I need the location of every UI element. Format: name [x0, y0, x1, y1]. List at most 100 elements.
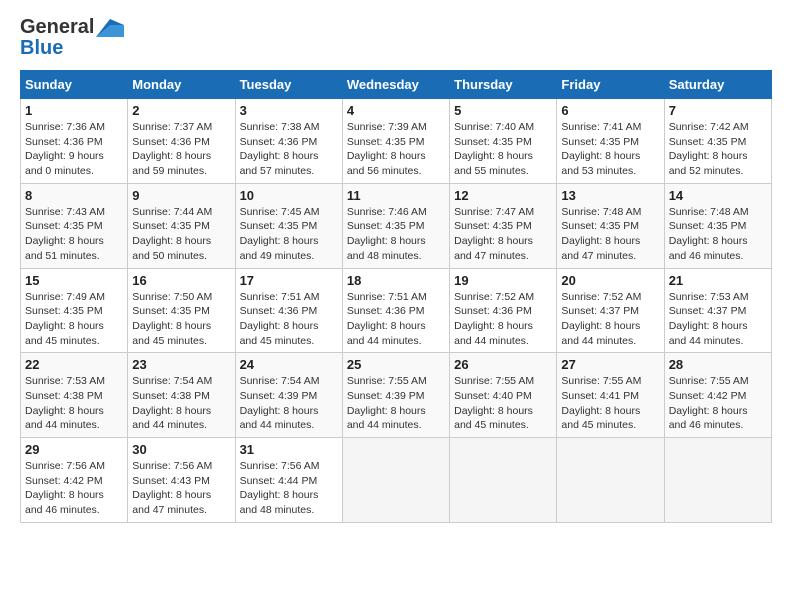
- calendar-day-cell: 10 Sunrise: 7:45 AM Sunset: 4:35 PM Dayl…: [235, 183, 342, 268]
- day-number: 24: [240, 357, 338, 372]
- calendar-day-cell: 2 Sunrise: 7:37 AM Sunset: 4:36 PM Dayli…: [128, 99, 235, 184]
- calendar-day-cell: [342, 438, 449, 523]
- calendar-day-cell: 24 Sunrise: 7:54 AM Sunset: 4:39 PM Dayl…: [235, 353, 342, 438]
- calendar-day-cell: 1 Sunrise: 7:36 AM Sunset: 4:36 PM Dayli…: [21, 99, 128, 184]
- day-number: 28: [669, 357, 767, 372]
- day-info: Sunrise: 7:44 AM Sunset: 4:35 PM Dayligh…: [132, 206, 212, 262]
- day-number: 29: [25, 442, 123, 457]
- day-number: 5: [454, 103, 552, 118]
- calendar-day-cell: 16 Sunrise: 7:50 AM Sunset: 4:35 PM Dayl…: [128, 268, 235, 353]
- day-number: 9: [132, 188, 230, 203]
- calendar: SundayMondayTuesdayWednesdayThursdayFrid…: [20, 70, 772, 523]
- calendar-day-cell: 5 Sunrise: 7:40 AM Sunset: 4:35 PM Dayli…: [450, 99, 557, 184]
- day-number: 27: [561, 357, 659, 372]
- calendar-week-row: 1 Sunrise: 7:36 AM Sunset: 4:36 PM Dayli…: [21, 99, 772, 184]
- calendar-day-cell: 29 Sunrise: 7:56 AM Sunset: 4:42 PM Dayl…: [21, 438, 128, 523]
- weekday-header: Wednesday: [342, 71, 449, 99]
- day-number: 13: [561, 188, 659, 203]
- day-number: 11: [347, 188, 445, 203]
- day-info: Sunrise: 7:55 AM Sunset: 4:39 PM Dayligh…: [347, 375, 427, 431]
- logo: General Blue: [20, 16, 124, 60]
- day-number: 18: [347, 273, 445, 288]
- header: General Blue: [20, 16, 772, 60]
- weekday-header: Thursday: [450, 71, 557, 99]
- day-info: Sunrise: 7:36 AM Sunset: 4:36 PM Dayligh…: [25, 121, 105, 177]
- calendar-day-cell: 8 Sunrise: 7:43 AM Sunset: 4:35 PM Dayli…: [21, 183, 128, 268]
- day-info: Sunrise: 7:52 AM Sunset: 4:37 PM Dayligh…: [561, 291, 641, 347]
- day-info: Sunrise: 7:56 AM Sunset: 4:43 PM Dayligh…: [132, 460, 212, 516]
- day-number: 2: [132, 103, 230, 118]
- calendar-day-cell: 23 Sunrise: 7:54 AM Sunset: 4:38 PM Dayl…: [128, 353, 235, 438]
- day-info: Sunrise: 7:39 AM Sunset: 4:35 PM Dayligh…: [347, 121, 427, 177]
- day-info: Sunrise: 7:48 AM Sunset: 4:35 PM Dayligh…: [669, 206, 749, 262]
- day-number: 20: [561, 273, 659, 288]
- day-info: Sunrise: 7:56 AM Sunset: 4:44 PM Dayligh…: [240, 460, 320, 516]
- day-info: Sunrise: 7:51 AM Sunset: 4:36 PM Dayligh…: [240, 291, 320, 347]
- day-info: Sunrise: 7:38 AM Sunset: 4:36 PM Dayligh…: [240, 121, 320, 177]
- day-info: Sunrise: 7:42 AM Sunset: 4:35 PM Dayligh…: [669, 121, 749, 177]
- calendar-day-cell: 19 Sunrise: 7:52 AM Sunset: 4:36 PM Dayl…: [450, 268, 557, 353]
- calendar-day-cell: 18 Sunrise: 7:51 AM Sunset: 4:36 PM Dayl…: [342, 268, 449, 353]
- weekday-header: Sunday: [21, 71, 128, 99]
- day-number: 10: [240, 188, 338, 203]
- day-info: Sunrise: 7:49 AM Sunset: 4:35 PM Dayligh…: [25, 291, 105, 347]
- day-number: 8: [25, 188, 123, 203]
- day-number: 31: [240, 442, 338, 457]
- calendar-day-cell: 28 Sunrise: 7:55 AM Sunset: 4:42 PM Dayl…: [664, 353, 771, 438]
- calendar-day-cell: 7 Sunrise: 7:42 AM Sunset: 4:35 PM Dayli…: [664, 99, 771, 184]
- calendar-day-cell: 15 Sunrise: 7:49 AM Sunset: 4:35 PM Dayl…: [21, 268, 128, 353]
- weekday-header: Tuesday: [235, 71, 342, 99]
- calendar-day-cell: 3 Sunrise: 7:38 AM Sunset: 4:36 PM Dayli…: [235, 99, 342, 184]
- calendar-day-cell: 21 Sunrise: 7:53 AM Sunset: 4:37 PM Dayl…: [664, 268, 771, 353]
- day-info: Sunrise: 7:43 AM Sunset: 4:35 PM Dayligh…: [25, 206, 105, 262]
- day-number: 19: [454, 273, 552, 288]
- day-number: 30: [132, 442, 230, 457]
- calendar-day-cell: 12 Sunrise: 7:47 AM Sunset: 4:35 PM Dayl…: [450, 183, 557, 268]
- day-info: Sunrise: 7:53 AM Sunset: 4:38 PM Dayligh…: [25, 375, 105, 431]
- day-info: Sunrise: 7:50 AM Sunset: 4:35 PM Dayligh…: [132, 291, 212, 347]
- calendar-day-cell: 30 Sunrise: 7:56 AM Sunset: 4:43 PM Dayl…: [128, 438, 235, 523]
- calendar-day-cell: [664, 438, 771, 523]
- calendar-day-cell: 9 Sunrise: 7:44 AM Sunset: 4:35 PM Dayli…: [128, 183, 235, 268]
- page: General Blue SundayMondayTuesdayWednesda…: [0, 0, 792, 612]
- day-info: Sunrise: 7:54 AM Sunset: 4:39 PM Dayligh…: [240, 375, 320, 431]
- day-number: 17: [240, 273, 338, 288]
- calendar-day-cell: 22 Sunrise: 7:53 AM Sunset: 4:38 PM Dayl…: [21, 353, 128, 438]
- calendar-day-cell: 14 Sunrise: 7:48 AM Sunset: 4:35 PM Dayl…: [664, 183, 771, 268]
- calendar-day-cell: 13 Sunrise: 7:48 AM Sunset: 4:35 PM Dayl…: [557, 183, 664, 268]
- day-number: 15: [25, 273, 123, 288]
- day-info: Sunrise: 7:46 AM Sunset: 4:35 PM Dayligh…: [347, 206, 427, 262]
- calendar-day-cell: 25 Sunrise: 7:55 AM Sunset: 4:39 PM Dayl…: [342, 353, 449, 438]
- logo-blue: Blue: [20, 37, 63, 60]
- day-info: Sunrise: 7:51 AM Sunset: 4:36 PM Dayligh…: [347, 291, 427, 347]
- day-info: Sunrise: 7:37 AM Sunset: 4:36 PM Dayligh…: [132, 121, 212, 177]
- day-info: Sunrise: 7:54 AM Sunset: 4:38 PM Dayligh…: [132, 375, 212, 431]
- day-number: 4: [347, 103, 445, 118]
- day-number: 16: [132, 273, 230, 288]
- day-info: Sunrise: 7:55 AM Sunset: 4:41 PM Dayligh…: [561, 375, 641, 431]
- day-info: Sunrise: 7:48 AM Sunset: 4:35 PM Dayligh…: [561, 206, 641, 262]
- calendar-week-row: 15 Sunrise: 7:49 AM Sunset: 4:35 PM Dayl…: [21, 268, 772, 353]
- day-info: Sunrise: 7:56 AM Sunset: 4:42 PM Dayligh…: [25, 460, 105, 516]
- day-info: Sunrise: 7:47 AM Sunset: 4:35 PM Dayligh…: [454, 206, 534, 262]
- calendar-header-row: SundayMondayTuesdayWednesdayThursdayFrid…: [21, 71, 772, 99]
- calendar-day-cell: 26 Sunrise: 7:55 AM Sunset: 4:40 PM Dayl…: [450, 353, 557, 438]
- day-number: 12: [454, 188, 552, 203]
- calendar-day-cell: 4 Sunrise: 7:39 AM Sunset: 4:35 PM Dayli…: [342, 99, 449, 184]
- day-info: Sunrise: 7:52 AM Sunset: 4:36 PM Dayligh…: [454, 291, 534, 347]
- day-number: 1: [25, 103, 123, 118]
- day-number: 7: [669, 103, 767, 118]
- calendar-week-row: 22 Sunrise: 7:53 AM Sunset: 4:38 PM Dayl…: [21, 353, 772, 438]
- day-info: Sunrise: 7:40 AM Sunset: 4:35 PM Dayligh…: [454, 121, 534, 177]
- weekday-header: Friday: [557, 71, 664, 99]
- calendar-week-row: 29 Sunrise: 7:56 AM Sunset: 4:42 PM Dayl…: [21, 438, 772, 523]
- day-number: 6: [561, 103, 659, 118]
- logo-icon: [96, 19, 124, 37]
- calendar-day-cell: 20 Sunrise: 7:52 AM Sunset: 4:37 PM Dayl…: [557, 268, 664, 353]
- calendar-day-cell: [450, 438, 557, 523]
- day-number: 25: [347, 357, 445, 372]
- day-number: 26: [454, 357, 552, 372]
- calendar-day-cell: 31 Sunrise: 7:56 AM Sunset: 4:44 PM Dayl…: [235, 438, 342, 523]
- calendar-day-cell: 17 Sunrise: 7:51 AM Sunset: 4:36 PM Dayl…: [235, 268, 342, 353]
- calendar-day-cell: 27 Sunrise: 7:55 AM Sunset: 4:41 PM Dayl…: [557, 353, 664, 438]
